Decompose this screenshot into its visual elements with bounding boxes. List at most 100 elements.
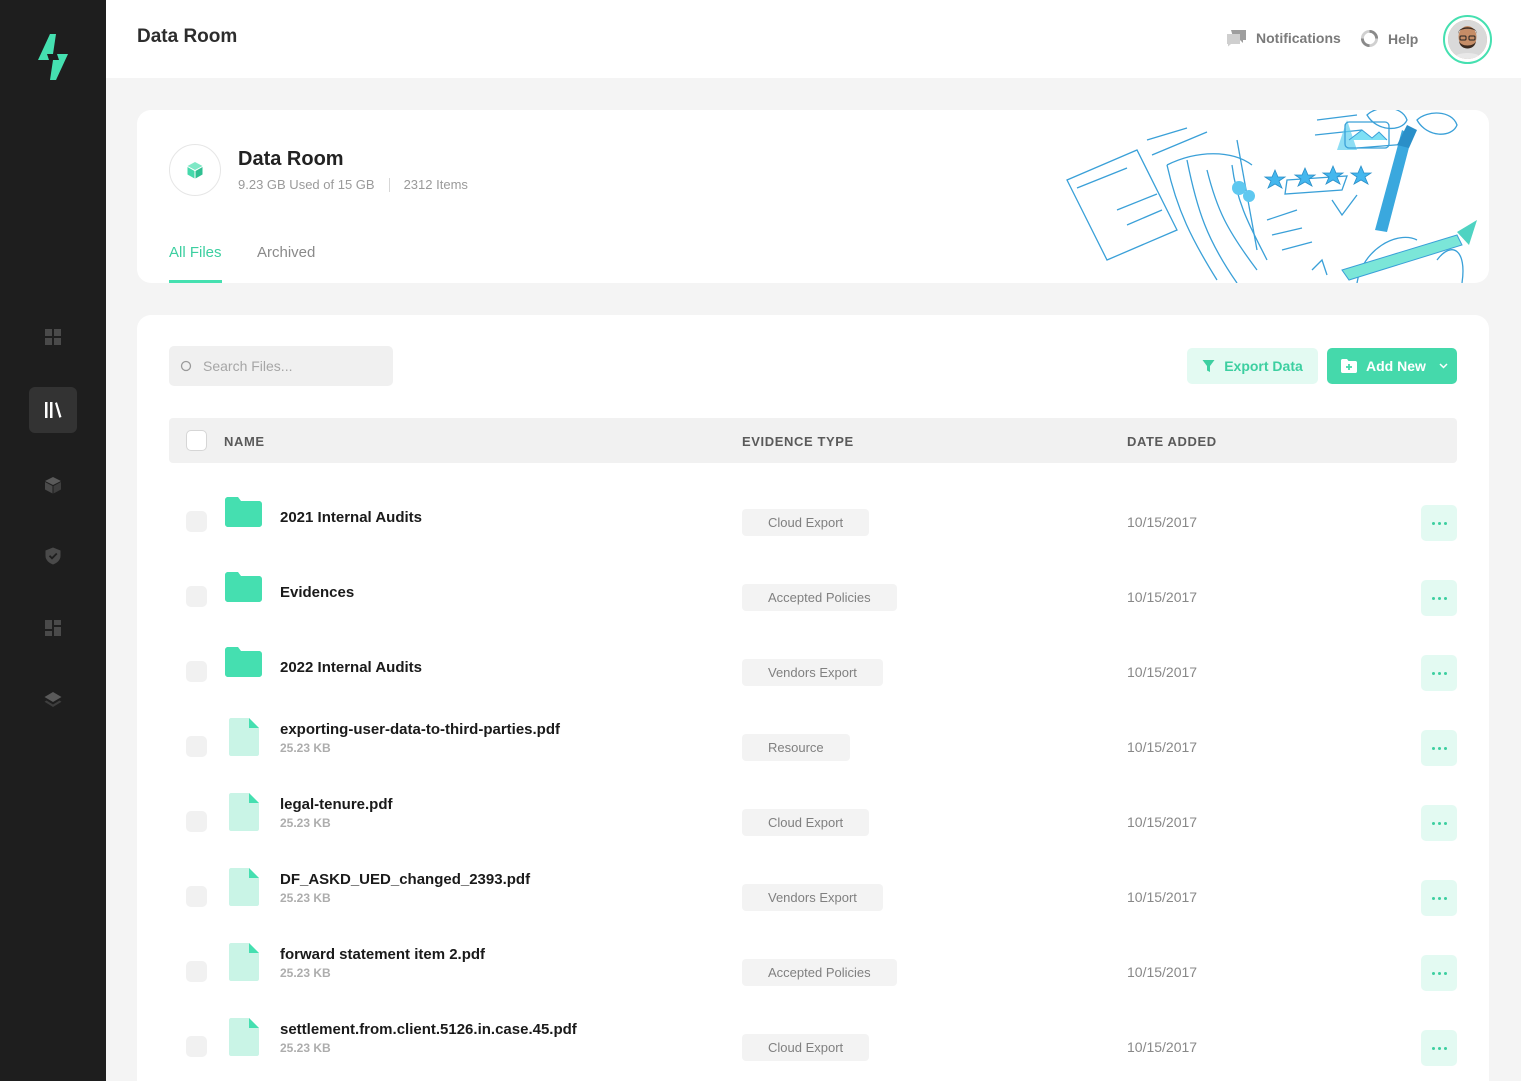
column-date-added: DATE ADDED — [1127, 434, 1217, 449]
more-options-button[interactable] — [1421, 955, 1457, 991]
layers-icon — [44, 692, 62, 707]
more-options-button[interactable] — [1421, 655, 1457, 691]
file-size: 25.23 KB — [280, 816, 331, 830]
row-checkbox[interactable] — [186, 586, 207, 607]
column-name: NAME — [224, 434, 265, 449]
item-name[interactable]: DF_ASKD_UED_changed_2393.pdf — [280, 871, 530, 888]
file-size: 25.23 KB — [280, 966, 331, 980]
item-name[interactable]: Evidences — [280, 584, 354, 601]
library-icon — [45, 402, 62, 418]
row-checkbox[interactable] — [186, 961, 207, 982]
file-row[interactable]: settlement.from.client.5126.in.case.45.p… — [169, 1018, 1457, 1081]
nav-layout[interactable] — [29, 605, 77, 651]
nav-dashboard[interactable] — [29, 314, 77, 360]
shield-icon — [45, 547, 61, 565]
pdf-file-icon — [229, 1018, 259, 1056]
more-options-button[interactable] — [1421, 880, 1457, 916]
room-title: Data Room — [238, 148, 344, 170]
row-checkbox[interactable] — [186, 736, 207, 757]
item-name[interactable]: settlement.from.client.5126.in.case.45.p… — [280, 1021, 577, 1038]
item-name[interactable]: exporting-user-data-to-third-parties.pdf — [280, 721, 560, 738]
cube-icon — [45, 477, 61, 494]
evidence-type-badge: Accepted Policies — [742, 584, 897, 611]
notifications-button[interactable]: Notifications — [1226, 29, 1341, 47]
row-checkbox[interactable] — [186, 1036, 207, 1057]
evidence-type-badge: Vendors Export — [742, 659, 883, 686]
evidence-type-badge: Vendors Export — [742, 884, 883, 911]
item-name[interactable]: forward statement item 2.pdf — [280, 946, 485, 963]
add-new-label: Add New — [1366, 358, 1426, 374]
files-card: Export Data Add New NAME EVIDENCE TYPE D… — [137, 315, 1489, 1081]
search-box[interactable] — [169, 346, 393, 386]
row-checkbox[interactable] — [186, 511, 207, 532]
file-row[interactable]: forward statement item 2.pdf 25.23 KB Acce… — [169, 943, 1457, 1024]
add-new-button[interactable]: Add New — [1327, 348, 1457, 384]
storage-usage: 9.23 GB Used of 15 GB — [238, 177, 375, 192]
select-all-checkbox[interactable] — [186, 430, 207, 451]
date-added: 10/15/2017 — [1127, 589, 1198, 605]
room-logo — [169, 144, 221, 196]
row-checkbox[interactable] — [186, 661, 207, 682]
header-illustration — [1066, 110, 1477, 283]
help-button[interactable]: Help — [1360, 29, 1418, 48]
cube-icon — [187, 162, 203, 179]
search-icon — [180, 360, 192, 371]
item-name[interactable]: 2022 Internal Audits — [280, 659, 422, 676]
pdf-file-icon — [229, 943, 259, 981]
nav-cube[interactable] — [29, 462, 77, 508]
pdf-file-icon — [229, 718, 259, 756]
more-options-button[interactable] — [1421, 730, 1457, 766]
more-dots-icon — [1431, 971, 1435, 975]
more-dots-icon — [1431, 671, 1435, 675]
room-meta: 9.23 GB Used of 15 GB 2312 Items — [238, 177, 468, 192]
nav-library[interactable] — [29, 387, 77, 433]
file-size: 25.23 KB — [280, 891, 331, 905]
filter-icon — [1202, 360, 1215, 372]
more-options-button[interactable] — [1421, 505, 1457, 541]
date-added: 10/15/2017 — [1127, 1039, 1198, 1055]
folder-row[interactable]: 2021 Internal Audits Cloud Export 10/15/20… — [169, 497, 1457, 574]
help-ring-icon — [1360, 29, 1379, 48]
user-avatar[interactable] — [1443, 15, 1492, 64]
file-size: 25.23 KB — [280, 1041, 331, 1055]
tab-archived[interactable]: Archived — [257, 244, 315, 283]
help-label: Help — [1388, 30, 1419, 47]
file-row[interactable]: legal-tenure.pdf 25.23 KB Cloud Export 10/1… — [169, 793, 1457, 874]
folder-row[interactable]: Evidences Accepted Policies 10/15/2017 — [169, 572, 1457, 649]
evidence-type-badge: Cloud Export — [742, 1034, 870, 1061]
evidence-type-badge: Cloud Export — [742, 809, 870, 836]
divider — [388, 177, 390, 192]
user-photo-icon — [1448, 20, 1487, 59]
evidence-type-badge: Accepted Policies — [742, 959, 897, 986]
export-data-button[interactable]: Export Data — [1187, 348, 1318, 384]
item-name[interactable]: 2021 Internal Audits — [280, 509, 422, 526]
pdf-file-icon — [229, 868, 259, 906]
more-options-button[interactable] — [1421, 580, 1457, 616]
date-added: 10/15/2017 — [1127, 514, 1198, 530]
lightning-logo-icon[interactable] — [33, 32, 73, 82]
folder-icon — [225, 572, 262, 602]
notifications-label: Notifications — [1256, 30, 1341, 46]
more-options-button[interactable] — [1421, 805, 1457, 841]
nav-shield[interactable] — [29, 533, 77, 579]
file-row[interactable]: exporting-user-data-to-third-parties.pdf… — [169, 718, 1457, 799]
more-dots-icon — [1431, 1046, 1435, 1050]
search-input[interactable] — [203, 358, 383, 374]
date-added: 10/15/2017 — [1127, 814, 1198, 830]
item-name[interactable]: legal-tenure.pdf — [280, 796, 393, 813]
more-dots-icon — [1431, 896, 1435, 900]
dashboard-icon — [45, 329, 61, 345]
chat-icon — [1227, 30, 1246, 47]
page-title: Data Room — [137, 26, 238, 47]
tab-all-files[interactable]: All Files — [169, 244, 222, 283]
row-checkbox[interactable] — [186, 886, 207, 907]
nav-layers[interactable] — [29, 677, 77, 723]
table-header: NAME EVIDENCE TYPE DATE ADDED — [169, 418, 1457, 463]
more-options-button[interactable] — [1421, 1030, 1457, 1066]
column-evidence-type: EVIDENCE TYPE — [742, 434, 854, 449]
date-added: 10/15/2017 — [1127, 664, 1198, 680]
folder-row[interactable]: 2022 Internal Audits Vendors Export 10/15/… — [169, 647, 1457, 724]
export-data-label: Export Data — [1224, 358, 1303, 374]
file-row[interactable]: DF_ASKD_UED_changed_2393.pdf 25.23 KB Vend… — [169, 868, 1457, 949]
row-checkbox[interactable] — [186, 811, 207, 832]
